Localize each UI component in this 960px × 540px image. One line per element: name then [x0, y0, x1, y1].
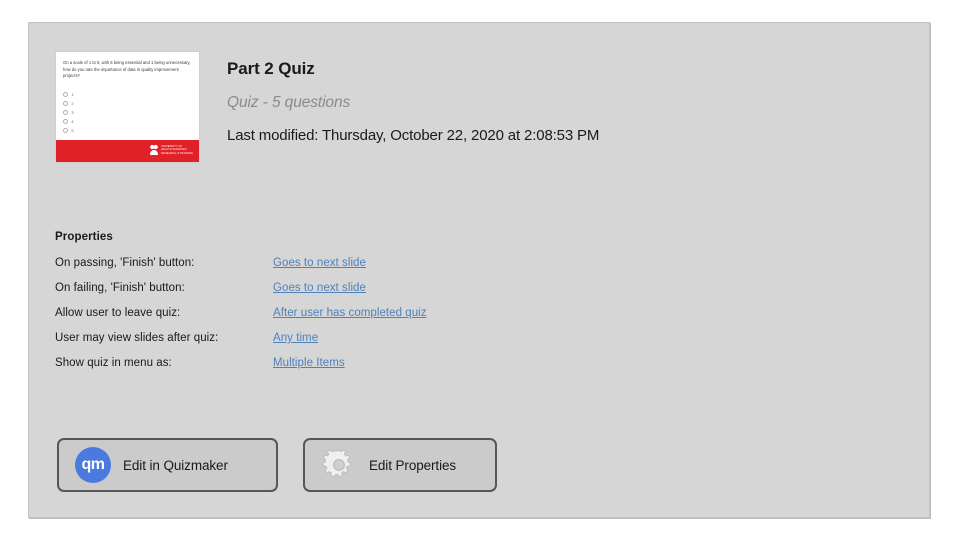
- thumbnail-option-label: 4: [71, 119, 74, 124]
- radio-icon: [63, 109, 69, 116]
- property-row-menu-display: Show quiz in menu as: Multiple Items: [55, 357, 655, 369]
- edit-properties-button[interactable]: Edit Properties: [303, 438, 497, 492]
- thumbnail-option: 2: [63, 99, 183, 108]
- slide-thumbnail[interactable]: On a scale of 1 to 5, with 5 being essen…: [55, 51, 200, 163]
- last-modified-text: Last modified: Thursday, October 22, 202…: [227, 127, 600, 144]
- property-row-view-slides: User may view slides after quiz: Any tim…: [55, 332, 655, 344]
- thumbnail-option: 4: [63, 117, 183, 126]
- property-row-allow-leave: Allow user to leave quiz: After user has…: [55, 307, 655, 319]
- thumbnail-options-list: 1 2 3 4 5: [63, 90, 183, 135]
- property-label: On passing, 'Finish' button:: [55, 257, 195, 269]
- quiz-header-text: Part 2 Quiz Quiz - 5 questions Last modi…: [227, 51, 887, 144]
- property-value-link[interactable]: After user has completed quiz: [273, 307, 427, 319]
- thumbnail-option-label: 3: [71, 110, 74, 115]
- thumbnail-option: 1: [63, 90, 183, 99]
- thumbnail-option-label: 2: [71, 101, 74, 106]
- property-row-on-failing: On failing, 'Finish' button: Goes to nex…: [55, 282, 655, 294]
- radio-icon: [63, 91, 69, 98]
- properties-section: Properties On passing, 'Finish' button: …: [55, 231, 655, 382]
- properties-heading: Properties: [55, 231, 113, 243]
- thumbnail-option-label: 5: [71, 128, 74, 133]
- gear-icon: [321, 447, 357, 483]
- property-label: User may view slides after quiz:: [55, 332, 219, 344]
- edit-in-quizmaker-label: Edit in Quizmaker: [123, 457, 228, 473]
- thumbnail-footer-bar: UNIVERSITY OF HEALTH SCIENCES RESEARCH & T…: [56, 140, 199, 162]
- quiz-header: On a scale of 1 to 5, with 5 being essen…: [55, 51, 885, 171]
- property-row-on-passing: On passing, 'Finish' button: Goes to nex…: [55, 257, 655, 269]
- logo-text: UNIVERSITY OF HEALTH SCIENCES RESEARCH & T…: [161, 144, 193, 155]
- property-label: Show quiz in menu as:: [55, 357, 172, 369]
- thumbnail-option-label: 1: [71, 92, 74, 97]
- radio-icon: [63, 127, 69, 134]
- logo-mark-icon: [150, 144, 159, 155]
- property-value-link[interactable]: Goes to next slide: [273, 257, 366, 269]
- radio-icon: [63, 118, 69, 125]
- thumbnail-option: 5: [63, 126, 183, 135]
- property-label: Allow user to leave quiz:: [55, 307, 181, 319]
- quiz-subtitle: Quiz - 5 questions: [227, 94, 351, 111]
- action-button-bar: qm Edit in Quizmaker Edit Properties: [57, 438, 497, 492]
- radio-icon: [63, 100, 69, 107]
- property-value-link[interactable]: Any time: [273, 332, 318, 344]
- page-title: Part 2 Quiz: [227, 59, 315, 78]
- property-value-link[interactable]: Multiple Items: [273, 357, 345, 369]
- thumbnail-option: 3: [63, 108, 183, 117]
- edit-in-quizmaker-button[interactable]: qm Edit in Quizmaker: [57, 438, 278, 492]
- quizmaker-icon: qm: [75, 447, 111, 483]
- property-label: On failing, 'Finish' button:: [55, 282, 185, 294]
- edit-properties-label: Edit Properties: [369, 457, 457, 473]
- thumbnail-question-text: On a scale of 1 to 5, with 5 being essen…: [63, 60, 191, 78]
- quiz-properties-panel: On a scale of 1 to 5, with 5 being essen…: [28, 22, 930, 518]
- institution-logo: UNIVERSITY OF HEALTH SCIENCES RESEARCH & T…: [149, 144, 193, 156]
- property-value-link[interactable]: Goes to next slide: [273, 282, 366, 294]
